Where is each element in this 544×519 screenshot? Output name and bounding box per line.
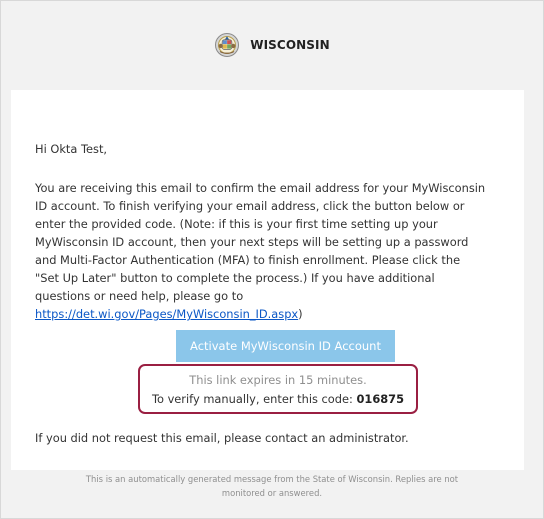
message-line-3: enter the provided code. (Note: if this …	[35, 217, 438, 231]
manual-code-line: To verify manually, enter this code: 016…	[140, 390, 416, 408]
message-line-4: MyWisconsin ID account, then your next s…	[35, 235, 469, 249]
help-link-suffix: )	[298, 307, 303, 321]
wisconsin-state-seal-icon	[215, 33, 240, 57]
wisconsin-brand: WISCONSIN	[250, 38, 330, 52]
manual-code-prefix: To verify manually, enter this code:	[151, 392, 357, 406]
verification-code-box: This link expires in 15 minutes. To veri…	[138, 364, 418, 414]
help-link-line: https://det.wi.gov/Pages/MyWisconsin_ID.…	[35, 305, 523, 323]
email-card: Hi Okta Test, You are receiving this ema…	[11, 90, 524, 470]
footer-line-2: monitored or answered.	[221, 488, 323, 498]
expiry-text: This link expires in 15 minutes.	[189, 373, 367, 387]
email-preview: WISCONSIN Hi Okta Test, You are receivin…	[0, 0, 544, 519]
message-line-7: questions or need help, please go to	[35, 289, 244, 303]
activate-account-button[interactable]: Activate MyWisconsin ID Account	[176, 330, 395, 362]
email-footer: This is an automatically generated messa…	[1, 472, 543, 518]
message-line-2: ID account. To finish verifying your ema…	[35, 199, 465, 213]
no-request-text: If you did not request this email, pleas…	[35, 431, 409, 445]
email-header: WISCONSIN	[1, 1, 543, 89]
greeting-text: Hi Okta Test,	[35, 142, 108, 156]
message-line-1: You are receiving this email to confirm …	[35, 181, 486, 195]
message-line-6: "Set Up Later" button to complete the pr…	[35, 271, 435, 285]
help-link[interactable]: https://det.wi.gov/Pages/MyWisconsin_ID.…	[35, 307, 298, 321]
message-line-5: and Multi-Factor Authentication (MFA) to…	[35, 253, 461, 267]
email-message: You are receiving this email to confirm …	[35, 179, 523, 323]
verification-code: 016875	[356, 392, 405, 406]
footer-line-1: This is an automatically generated messa…	[85, 474, 459, 484]
